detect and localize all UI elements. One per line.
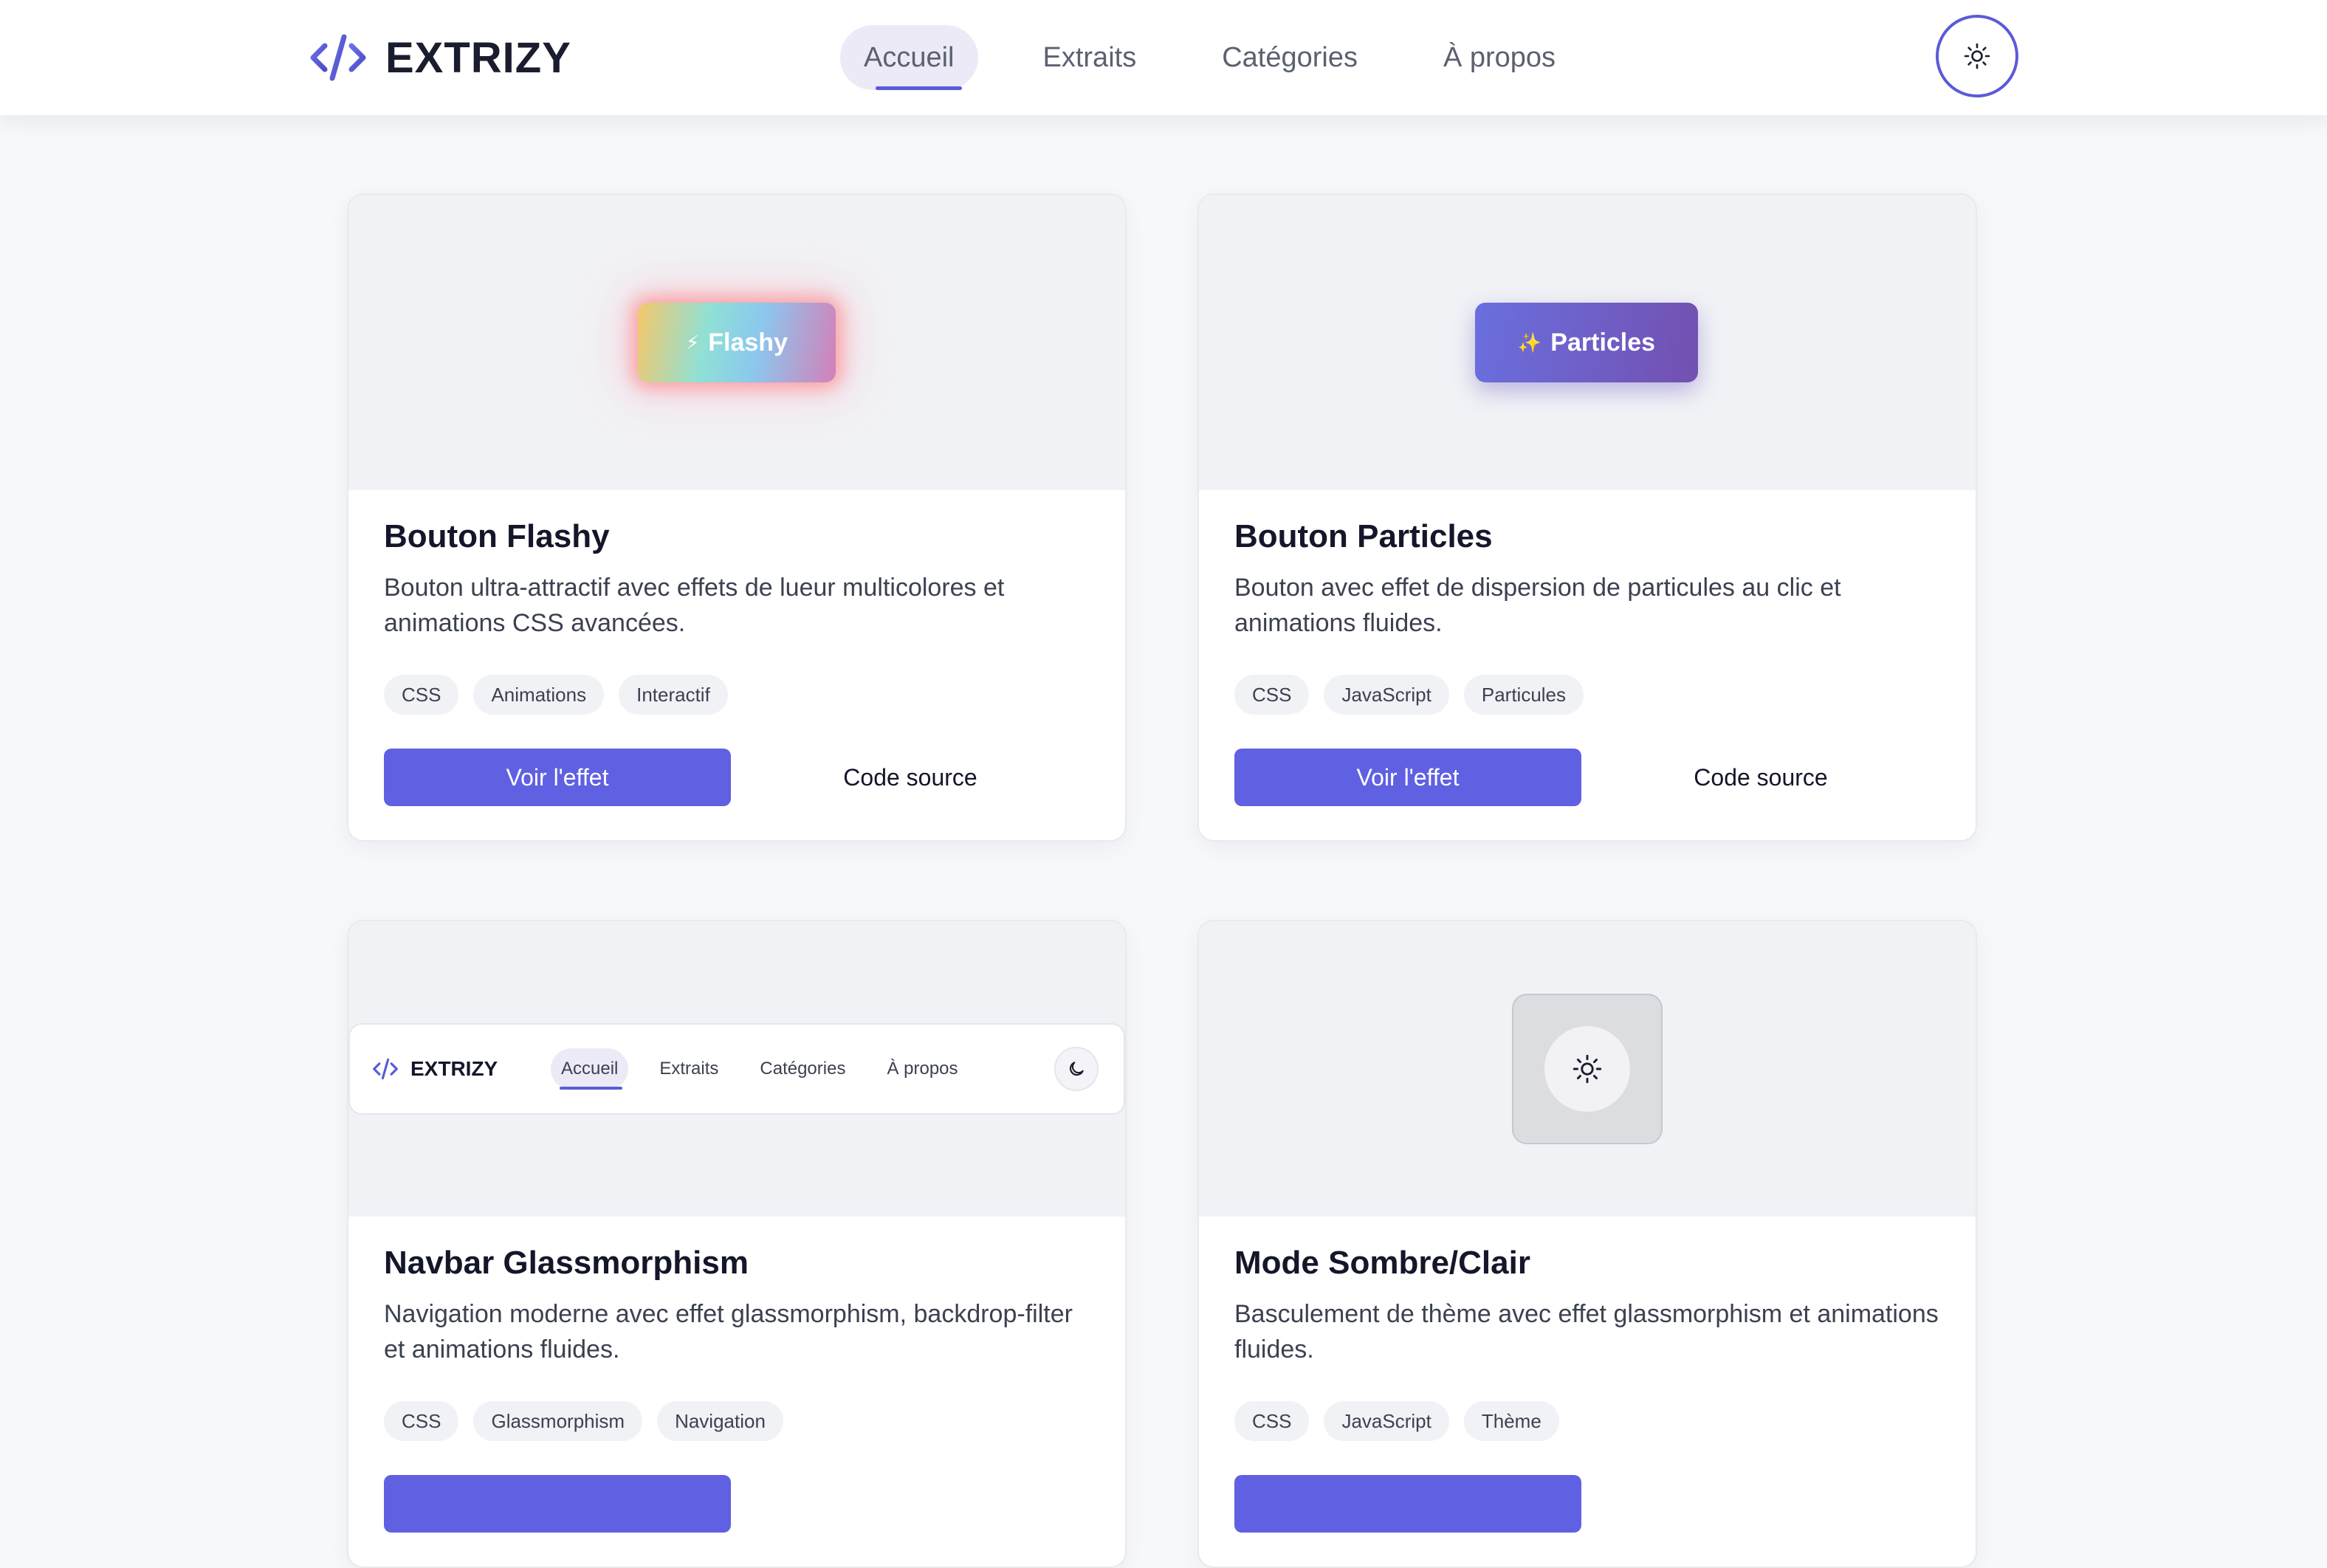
flashy-demo-label: Flashy — [708, 328, 788, 357]
tag: Animations — [473, 675, 605, 715]
flashy-demo-button[interactable]: ⚡ Flashy — [638, 303, 836, 382]
mini-brand-name: EXTRIZY — [410, 1057, 498, 1080]
brand-name: EXTRIZY — [385, 33, 571, 82]
theme-toggle-button[interactable] — [1936, 15, 2018, 97]
card-description: Navigation moderne avec effet glassmorph… — [384, 1300, 1073, 1364]
mini-nav-link-extraits[interactable]: Extraits — [649, 1048, 729, 1090]
card-actions: Voir l'effet Code source — [384, 749, 1090, 806]
source-code-button[interactable]: Code source — [731, 764, 1090, 791]
card-title: Navbar Glassmorphism — [384, 1245, 749, 1281]
mini-navbar-demo: EXTRIZY Accueil Extraits Catégories À pr… — [348, 1023, 1125, 1115]
nav-link-a-propos[interactable]: À propos — [1423, 25, 1576, 90]
mini-nav-links: Accueil Extraits Catégories À propos — [551, 1047, 989, 1091]
top-navbar: EXTRIZY Accueil Extraits Catégories À pr… — [0, 0, 2327, 115]
tag: Glassmorphism — [473, 1401, 643, 1441]
particles-demo-button[interactable]: ✨ Particles — [1475, 303, 1698, 382]
view-effect-button[interactable]: Voir l'effet — [1234, 749, 1581, 806]
sun-icon — [1572, 1054, 1602, 1084]
tag: JavaScript — [1324, 1401, 1449, 1441]
card-preview: ⚡ Flashy — [348, 195, 1125, 490]
card-description: Bouton ultra-attractif avec effets de lu… — [384, 574, 1005, 637]
mini-nav-link-accueil[interactable]: Accueil — [551, 1048, 629, 1090]
card-actions — [1234, 1475, 1940, 1533]
card-preview — [1199, 921, 1976, 1217]
moon-icon — [1069, 1062, 1084, 1076]
snippet-card-flashy: ⚡ Flashy Bouton Flashy Bouton ultra-attr… — [347, 193, 1127, 842]
card-description: Basculement de thème avec effet glassmor… — [1234, 1300, 1939, 1364]
mini-nav-link-a-propos[interactable]: À propos — [876, 1048, 968, 1090]
code-brackets-icon — [310, 34, 366, 81]
code-brackets-icon — [373, 1058, 398, 1080]
mini-nav-link-categories[interactable]: Catégories — [749, 1048, 856, 1090]
card-actions: Voir l'effet Code source — [1234, 749, 1940, 806]
tag: Particules — [1463, 675, 1584, 715]
sun-icon — [1964, 43, 1990, 69]
tag: CSS — [384, 675, 459, 715]
nav-link-extraits[interactable]: Extraits — [1022, 25, 1158, 90]
tag: Thème — [1463, 1401, 1559, 1441]
main-nav: Accueil Extraits Catégories À propos — [840, 21, 1620, 94]
card-title: Bouton Particles — [1234, 518, 1493, 554]
card-preview: ✨ Particles — [1199, 195, 1976, 490]
source-code-button[interactable]: Code source — [1581, 764, 1940, 791]
card-preview: EXTRIZY Accueil Extraits Catégories À pr… — [348, 921, 1125, 1217]
snippet-card-theme: Mode Sombre/Clair Basculement de thème a… — [1197, 920, 1977, 1568]
tag-list: CSS JavaScript Thème — [1234, 1401, 1940, 1441]
nav-link-accueil[interactable]: Accueil — [840, 25, 978, 90]
tag: JavaScript — [1324, 675, 1449, 715]
theme-toggle-demo[interactable] — [1512, 994, 1663, 1144]
tag-list: CSS Glassmorphism Navigation — [384, 1401, 1090, 1441]
tag-list: CSS Animations Interactif — [384, 675, 1090, 715]
mini-theme-toggle[interactable] — [1054, 1047, 1099, 1091]
nav-link-categories[interactable]: Catégories — [1201, 25, 1378, 90]
snippet-card-particles: ✨ Particles Bouton Particles Bouton avec… — [1197, 193, 1977, 842]
card-title: Mode Sombre/Clair — [1234, 1245, 1530, 1281]
sparkles-icon: ✨ — [1517, 331, 1542, 354]
lightning-icon: ⚡ — [686, 331, 700, 354]
mini-brand-logo[interactable]: EXTRIZY — [372, 1025, 498, 1113]
view-effect-button[interactable]: Voir l'effet — [384, 749, 731, 806]
snippet-card-navbar: EXTRIZY Accueil Extraits Catégories À pr… — [347, 920, 1127, 1568]
brand-logo[interactable]: EXTRIZY — [310, 28, 571, 87]
view-effect-button[interactable] — [384, 1475, 731, 1533]
tag: Interactif — [619, 675, 728, 715]
view-effect-button[interactable] — [1234, 1475, 1581, 1533]
tag: CSS — [1234, 1401, 1310, 1441]
card-title: Bouton Flashy — [384, 518, 610, 554]
tag-list: CSS JavaScript Particules — [1234, 675, 1940, 715]
particles-demo-label: Particles — [1550, 328, 1656, 357]
tag: CSS — [384, 1401, 459, 1441]
tag: CSS — [1234, 675, 1310, 715]
card-description: Bouton avec effet de dispersion de parti… — [1234, 574, 1841, 637]
theme-toggle-knob — [1544, 1026, 1630, 1112]
tag: Navigation — [657, 1401, 783, 1441]
card-actions — [384, 1475, 1090, 1533]
